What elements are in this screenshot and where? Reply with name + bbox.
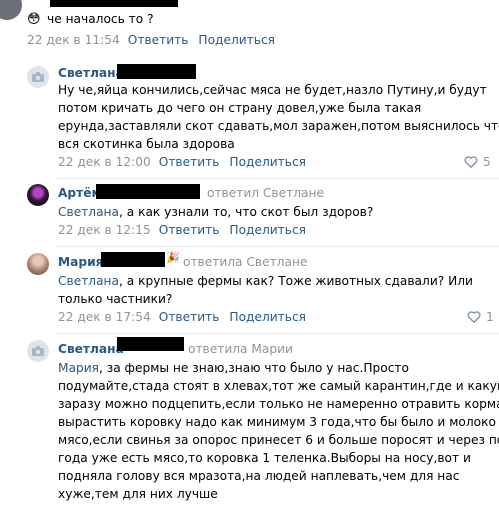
- mention-link[interactable]: Светлана: [58, 274, 119, 288]
- comment-meta: 22 дек в 12:15 Ответить Поделиться: [58, 223, 306, 237]
- comment-line: только частники?: [58, 292, 173, 306]
- comment-line: подняла голову вся мразота,на людей напл…: [58, 469, 460, 483]
- comment-line: года уже есть мясо,то коровка 1 теленка.…: [58, 451, 471, 465]
- reply-button[interactable]: Ответить: [128, 33, 189, 47]
- like-count: 1: [486, 310, 494, 324]
- avatar[interactable]: [27, 253, 49, 275]
- flushed-emoji: 😳: [27, 12, 41, 27]
- comment-line: Светлана, а как узнали то, что скот был …: [58, 203, 373, 221]
- author-name[interactable]: Артём: [58, 186, 101, 200]
- like-button[interactable]: 1: [467, 310, 494, 324]
- heart-icon: [464, 156, 478, 168]
- share-button[interactable]: Поделиться: [229, 155, 306, 169]
- comment-text: , за фермы не знаю,знаю что было у нас.П…: [98, 361, 409, 375]
- author-name[interactable]: Светлана: [58, 66, 124, 80]
- comment-meta: 22 дек в 11:54 Ответить Поделиться: [27, 33, 275, 47]
- redacted-surname: [117, 337, 184, 351]
- reply-button[interactable]: Ответить: [159, 223, 220, 237]
- mention-link[interactable]: Мария: [58, 361, 99, 375]
- comment-line: мясо,если свинья за опорос принесет 6 и …: [58, 433, 499, 447]
- comment-line: хуже,тем для них лучше: [58, 487, 218, 501]
- reply-to-label[interactable]: ответила Марии: [188, 342, 293, 356]
- comment-meta: 22 дек в 17:54 Ответить Поделиться: [58, 310, 306, 324]
- comment-date[interactable]: 22 дек в 11:54: [27, 33, 120, 47]
- share-button[interactable]: Поделиться: [198, 33, 275, 47]
- avatar-camera-placeholder[interactable]: [27, 66, 49, 88]
- comment-text: , а крупные фермы как? Тоже животных сда…: [119, 274, 473, 288]
- party-emoji: 🎉: [166, 251, 180, 264]
- camera-icon: [32, 346, 44, 356]
- comment-line: потом кричать до чего он страну довел,уж…: [58, 101, 422, 115]
- reply-button[interactable]: Ответить: [159, 155, 220, 169]
- mention-link[interactable]: Светлана: [58, 205, 119, 219]
- comment-line: вся скотинка была здорова: [58, 137, 235, 151]
- redacted-surname: [101, 252, 165, 267]
- reply-to-label[interactable]: ответил Светлане: [207, 186, 324, 200]
- comment-text: че началось то ?: [47, 12, 154, 26]
- comment-date[interactable]: 22 дек в 17:54: [58, 310, 151, 324]
- comment-line: подумайте,стада стоят в хлевах,тот же са…: [58, 379, 499, 393]
- comment-line: Ну че,яйца кончились,сейчас мяса не буде…: [58, 83, 487, 97]
- comment-meta: 22 дек в 12:00 Ответить Поделиться: [58, 155, 306, 169]
- heart-icon: [467, 311, 481, 323]
- like-count: 5: [483, 155, 491, 169]
- avatar-camera-placeholder[interactable]: [27, 340, 49, 362]
- avatar-top[interactable]: [0, 0, 22, 20]
- redacted-name: [50, 0, 178, 7]
- comment-line: заразу можно подцепить,если только не на…: [58, 397, 499, 411]
- avatar[interactable]: [27, 184, 49, 206]
- comment-date[interactable]: 22 дек в 12:00: [58, 155, 151, 169]
- reply-to-label[interactable]: ответила Светлане: [183, 255, 307, 269]
- author-name[interactable]: Светлана: [58, 342, 124, 356]
- share-button[interactable]: Поделиться: [229, 223, 306, 237]
- comment-text: , а как узнали то, что скот был здоров?: [119, 205, 374, 219]
- redacted-surname: [117, 64, 196, 79]
- comment-line: Светлана, а крупные фермы как? Тоже живо…: [58, 272, 473, 290]
- comment-line: вырастить коровку надо как минимум 3 год…: [58, 415, 499, 429]
- reply-button[interactable]: Ответить: [159, 310, 220, 324]
- comment-line: ерунда,заставляли скот сдавать,мол зараж…: [58, 119, 499, 133]
- camera-icon: [32, 72, 44, 82]
- like-button[interactable]: 5: [464, 155, 491, 169]
- divider: [57, 333, 499, 334]
- redacted-surname: [96, 184, 200, 199]
- comment-date[interactable]: 22 дек в 12:15: [58, 223, 151, 237]
- author-name[interactable]: Мария: [58, 255, 103, 269]
- share-button[interactable]: Поделиться: [229, 310, 306, 324]
- divider: [57, 246, 499, 247]
- divider: [57, 178, 499, 179]
- comment-line: Мария, за фермы не знаю,знаю что было у …: [58, 359, 409, 377]
